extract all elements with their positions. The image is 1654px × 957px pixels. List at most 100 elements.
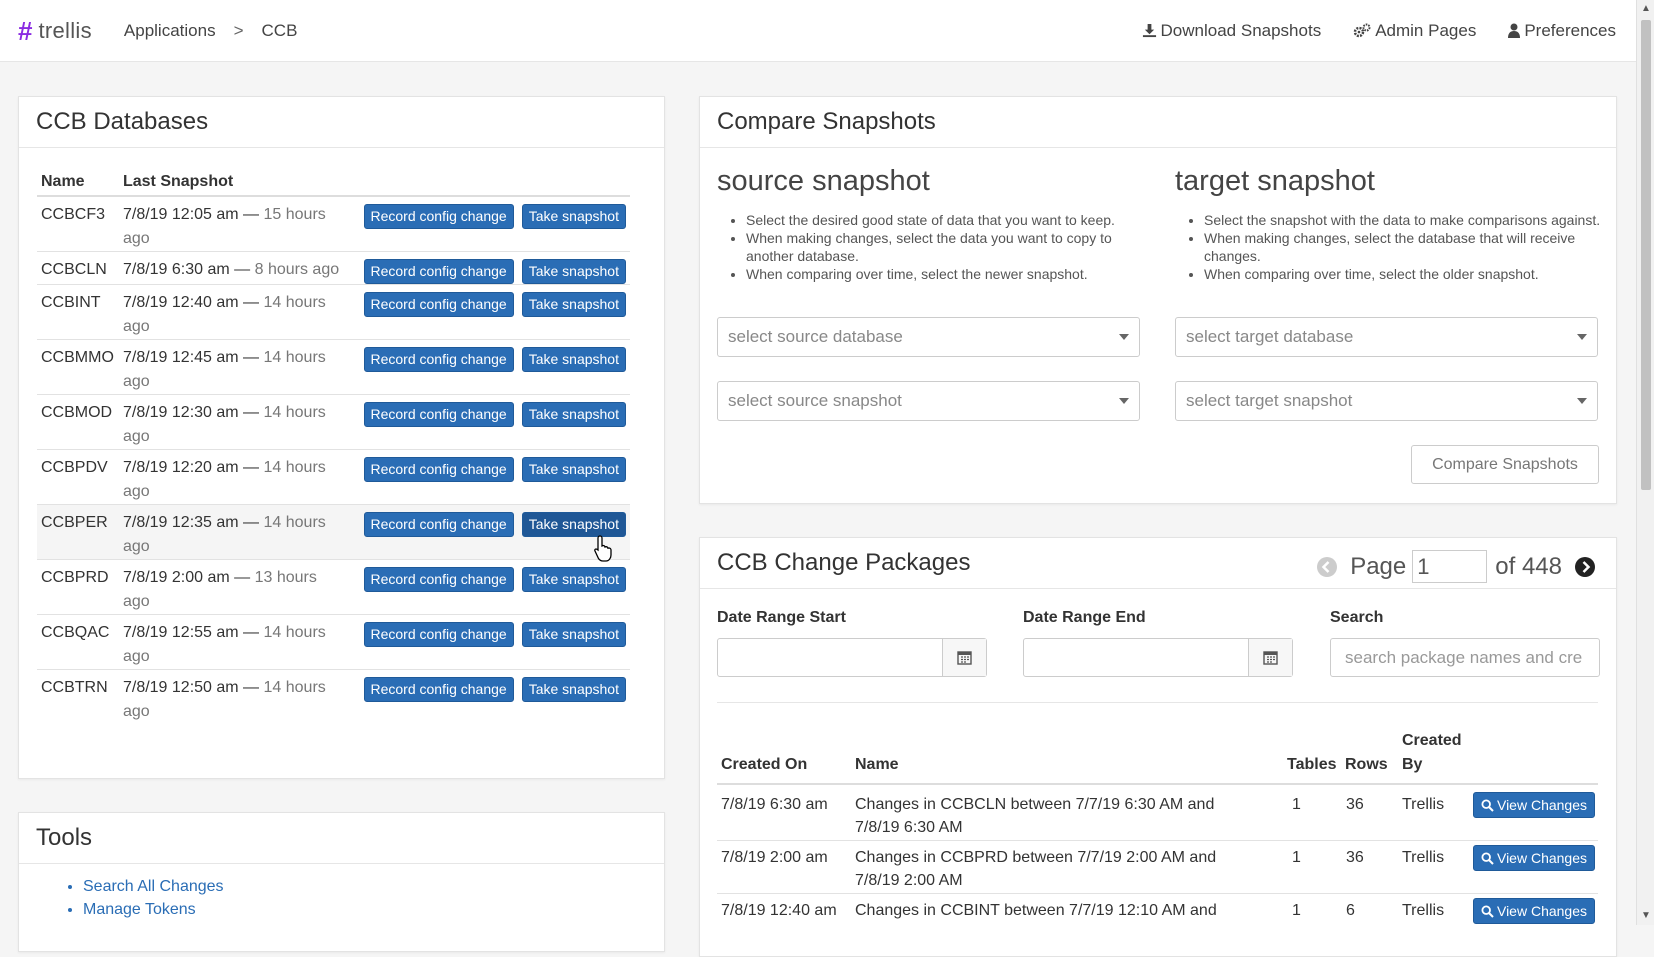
brand-logo[interactable]: # trellis [18,18,92,44]
take-snapshot-button[interactable]: Take snapshot [521,677,626,702]
view-changes-button[interactable]: View Changes [1473,792,1595,818]
row-actions: Record config change Take snapshot [359,251,630,285]
col-header-last-snapshot: Last Snapshot [118,165,360,197]
table-row: CCBCF3 7/8/19 12:05 am — 15 hours ago Recor… [37,195,630,252]
target-database-placeholder: select target database [1186,327,1354,346]
package-created-by: Trellis [1402,902,1445,919]
record-config-change-button[interactable]: Record config change [363,204,514,229]
record-config-change-button[interactable]: Record config change [363,622,514,647]
chevron-down-icon [1119,398,1129,404]
source-instructions: Select the desired good state of data th… [700,211,1145,283]
list-item: When making changes, select the data you… [746,229,1145,265]
compare-title: Compare Snapshots [700,97,1616,148]
row-actions: Record config change Take snapshot [359,394,630,450]
download-snapshots-link[interactable]: Download Snapshots [1142,20,1322,41]
preferences-label: Preferences [1524,20,1616,40]
target-database-select[interactable]: select target database [1175,317,1598,357]
target-instructions: Select the snapshot with the data to mak… [1158,211,1603,283]
pagination: Page 1 of 448 [1316,550,1596,583]
download-icon [1142,23,1156,38]
target-snapshot-select[interactable]: select target snapshot [1175,381,1598,421]
source-snapshot-select[interactable]: select source snapshot [717,381,1140,421]
prev-page-icon[interactable] [1316,556,1338,578]
page-number-input[interactable]: 1 [1412,550,1488,583]
compare-snapshots-button[interactable]: Compare Snapshots [1411,445,1599,484]
take-snapshot-button[interactable]: Take snapshot [521,292,626,317]
download-snapshots-label: Download Snapshots [1160,20,1322,40]
snapshot-date: 7/8/19 12:55 am — [122,624,260,641]
date-end-input[interactable] [1023,638,1293,677]
take-snapshot-button[interactable]: Take snapshot [521,567,626,592]
view-changes-button[interactable]: View Changes [1473,898,1595,924]
manage-tokens-link[interactable]: Manage Tokens [83,901,196,918]
record-config-change-button[interactable]: Record config change [363,292,514,317]
table-row: CCBPRD 7/8/19 2:00 am — 13 hours ago Record… [37,559,630,615]
package-name: Changes in CCBPRD between 7/7/19 2:00 AM… [855,846,1265,892]
snapshot-age: 14 hours [263,349,326,366]
col-header-name: Name [855,756,899,773]
snapshot-age: 8 hours ago [254,261,340,278]
package-search-input[interactable]: search package names and cre [1330,638,1600,677]
database-name: CCBPRD [37,559,119,615]
take-snapshot-button[interactable]: Take snapshot [521,457,626,482]
record-config-change-button[interactable]: Record config change [363,402,514,427]
last-snapshot: 7/8/19 12:40 am — 14 hours ago [118,284,360,340]
last-snapshot: 7/8/19 12:20 am — 14 hours ago [118,449,360,505]
package-created-on: 7/8/19 2:00 am [721,849,828,866]
page-label: Page [1350,552,1407,580]
next-page-icon[interactable] [1574,556,1596,578]
record-config-change-button[interactable]: Record config change [363,677,514,702]
search-icon [1481,798,1494,812]
take-snapshot-button[interactable]: Take snapshot [521,402,626,427]
take-snapshot-button[interactable]: Take snapshot [521,347,626,372]
snapshot-age: 15 hours [263,206,326,223]
calendar-start-button[interactable] [942,639,986,676]
snapshot-date: 7/8/19 2:00 am — [122,569,251,586]
databases-title: CCB Databases [19,97,664,148]
database-name: CCBINT [37,284,119,340]
scroll-up-arrow-icon[interactable]: ▲ [1637,0,1654,18]
scroll-down-arrow-icon[interactable]: ▼ [1637,907,1654,925]
source-database-select[interactable]: select source database [717,317,1140,357]
take-snapshot-button[interactable]: Take snapshot [521,622,626,647]
snapshot-age-suffix: ago [122,593,150,610]
nav-links: Download Snapshots Admin Pages Preferenc… [1110,21,1636,41]
package-name-line1: Changes in CCBCLN between 7/7/19 6:30 AM… [855,796,1215,813]
chevron-down-icon [1119,334,1129,340]
target-heading: target snapshot [1175,165,1375,197]
page-scrollbar[interactable]: ▲ ▼ [1636,0,1654,925]
search-icon [1481,904,1494,918]
record-config-change-button[interactable]: Record config change [363,259,514,284]
record-config-change-button[interactable]: Record config change [363,347,514,372]
package-tables: 1 [1292,902,1301,919]
record-config-change-button[interactable]: Record config change [363,457,514,482]
calendar-icon [1263,651,1278,665]
scroll-thumb[interactable] [1641,20,1651,490]
take-snapshot-button[interactable]: Take snapshot [521,259,626,284]
row-divider [717,893,1598,894]
record-config-change-button[interactable]: Record config change [363,512,514,537]
table-row: CCBMMO 7/8/19 12:45 am — 14 hours ago Recor… [37,339,630,395]
calendar-end-button[interactable] [1248,639,1292,676]
table-row: CCBPDV 7/8/19 12:20 am — 14 hours ago Recor… [37,449,630,505]
search-all-changes-link[interactable]: Search All Changes [83,878,224,895]
row-actions: Record config change Take snapshot [359,195,630,252]
table-row: CCBPER 7/8/19 12:35 am — 14 hours ago Recor… [37,504,630,560]
database-name: CCBMMO [37,339,119,395]
view-changes-button[interactable]: View Changes [1473,845,1595,871]
package-name-line1: Changes in CCBINT between 7/7/19 12:10 A… [855,902,1217,919]
breadcrumb-applications[interactable]: Applications [124,21,216,41]
record-config-change-button[interactable]: Record config change [363,567,514,592]
date-start-input[interactable] [717,638,987,677]
breadcrumb: Applications > CCB [124,21,298,41]
preferences-link[interactable]: Preferences [1508,21,1616,41]
last-snapshot: 7/8/19 12:05 am — 15 hours ago [118,195,360,252]
table-row: CCBQAC 7/8/19 12:55 am — 14 hours ago Recor… [37,614,630,670]
table-row: CCBTRN 7/8/19 12:50 am — 14 hours ago Recor… [37,669,630,724]
last-snapshot: 7/8/19 12:35 am — 14 hours ago [118,504,360,560]
package-rows: 36 [1346,849,1364,866]
compare-panel: Compare Snapshots source snapshot Select… [699,96,1617,504]
take-snapshot-button[interactable]: Take snapshot [521,204,626,229]
admin-pages-link[interactable]: Admin Pages [1353,21,1476,41]
databases-table: Name Last Snapshot CCBCF3 7/8/19 12:05 am… [37,165,630,724]
